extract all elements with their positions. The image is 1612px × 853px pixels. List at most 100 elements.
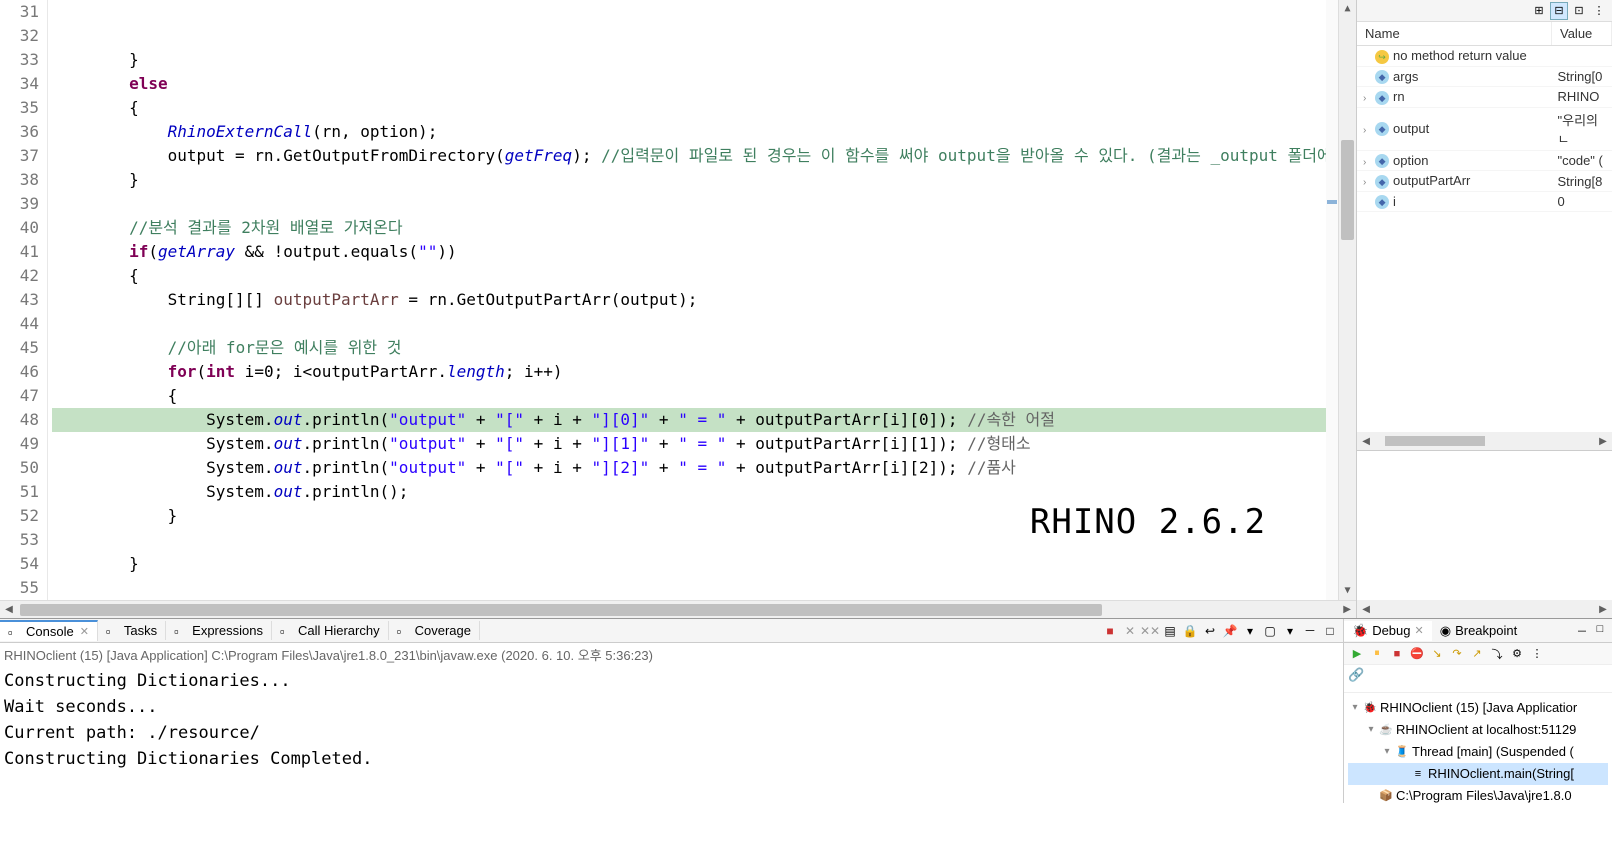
expand-icon[interactable]: ▾ [1348,697,1362,719]
variable-detail[interactable] [1357,450,1612,600]
disconnect-icon[interactable]: ⛔ [1408,645,1426,663]
step-return-icon[interactable]: ↗ [1468,645,1486,663]
clear-console-icon[interactable]: ▤ [1161,622,1179,640]
resume-icon[interactable]: ▶ [1348,645,1366,663]
close-icon[interactable]: ✕ [1415,624,1424,637]
scroll-left-icon[interactable]: ◀ [0,604,18,615]
code-line[interactable]: } [52,552,1356,576]
expand-icon[interactable]: ▾ [1380,741,1394,763]
overview-ruler[interactable] [1326,0,1338,600]
expand-icon[interactable]: › [1363,93,1375,104]
tab-debug[interactable]: 🐞Debug✕ [1344,621,1432,641]
view-menu-icon[interactable]: ⋮ [1590,2,1608,20]
minimize-icon[interactable]: － [1301,622,1319,640]
new-console-icon[interactable]: ▾ [1281,622,1299,640]
suspend-icon[interactable]: ⏸ [1368,645,1386,663]
scrollbar-thumb[interactable] [20,604,1102,616]
code-line[interactable]: if(getArray && !output.equals("")) [52,240,1356,264]
remove-launch-icon[interactable]: ✕ [1121,622,1139,640]
horizontal-scrollbar[interactable]: ◀ ▶ [0,600,1356,618]
show-logical-icon[interactable]: ⊟ [1550,2,1568,20]
remove-all-icon[interactable]: ✕✕ [1141,622,1159,640]
variables-table[interactable]: Name Value ↪no method return value◆argsS… [1357,22,1612,432]
maximize-icon[interactable]: □ [1592,623,1608,639]
variable-row[interactable]: ›◆option"code" ( [1357,150,1611,171]
code-line[interactable]: { [52,96,1356,120]
variable-row[interactable]: ›◆rnRHINO [1357,87,1611,108]
variable-row[interactable]: ◆argsString[0 [1357,66,1611,87]
code-line[interactable] [52,192,1356,216]
scrollbar-thumb[interactable] [1341,140,1354,240]
use-step-filters-icon[interactable]: ⚙ [1508,645,1526,663]
code-line[interactable]: System.out.println(); [52,480,1356,504]
code-line[interactable]: } [52,48,1356,72]
minimize-icon[interactable]: － [1574,623,1590,639]
scroll-right-icon[interactable]: ▶ [1594,436,1612,447]
code-editor[interactable]: } else { RhinoExternCall(rn, option); ou… [48,0,1356,600]
scroll-up-icon[interactable]: ▲ [1339,0,1356,18]
step-over-icon[interactable]: ↷ [1448,645,1466,663]
code-line[interactable]: //아래 for문은 예시를 위한 것 [52,336,1356,360]
console-output[interactable]: Constructing Dictionaries...Wait seconds… [0,666,1343,803]
column-header-value[interactable]: Value [1552,22,1612,46]
code-line[interactable]: System.out.println("output" + "[" + i + … [52,408,1356,432]
variable-row[interactable]: ↪no method return value [1357,46,1611,67]
debug-tree-row[interactable]: ≡RHINOclient.main(String[ [1348,763,1608,785]
code-line[interactable]: { [52,264,1356,288]
code-line[interactable]: RhinoExternCall(rn, option); [52,120,1356,144]
tab-coverage[interactable]: ▫Coverage [389,621,480,640]
variable-row[interactable]: ›◆outputPartArrString[8 [1357,171,1611,192]
code-line[interactable]: System.out.println("output" + "[" + i + … [52,432,1356,456]
code-line[interactable]: //분석 결과를 2차원 배열로 가져온다 [52,216,1356,240]
code-line[interactable]: for(int i=0; i<outputPartArr.length; i++… [52,360,1356,384]
debug-tree-row[interactable]: ▾🐞RHINOclient (15) [Java Applicatior [1348,697,1608,719]
maximize-icon[interactable]: □ [1321,622,1339,640]
close-icon[interactable]: ✕ [80,625,89,638]
step-into-icon[interactable]: ↘ [1428,645,1446,663]
expand-icon[interactable]: › [1363,157,1375,168]
pin-console-icon[interactable]: 📌 [1221,622,1239,640]
tab-expressions[interactable]: ▫Expressions [166,621,272,640]
drop-to-frame-icon[interactable]: ⤵ [1488,645,1506,663]
code-line[interactable] [52,576,1356,600]
terminate-icon[interactable]: ■ [1101,622,1119,640]
terminate-icon[interactable]: ■ [1388,645,1406,663]
variable-row[interactable]: ›◆output"우리의ㄴ [1357,107,1611,150]
debug-tree-row[interactable]: 📦C:\Program Files\Java\jre1.8.0 [1348,785,1608,803]
expand-icon[interactable]: ▾ [1364,719,1378,741]
vertical-scrollbar[interactable]: ▲ ▼ [1338,0,1356,600]
code-line[interactable] [52,312,1356,336]
word-wrap-icon[interactable]: ↩ [1201,622,1219,640]
scroll-right-icon[interactable]: ▶ [1594,604,1612,615]
scroll-down-icon[interactable]: ▼ [1339,582,1356,600]
code-line[interactable]: else [52,72,1356,96]
thread-group-icon[interactable]: 🔗 [1348,667,1366,685]
show-type-names-icon[interactable]: ⊞ [1530,2,1548,20]
view-menu-icon[interactable]: ⋮ [1528,645,1546,663]
debug-tree-row[interactable]: ▾🧵Thread [main] (Suspended ( [1348,741,1608,763]
code-line[interactable]: } [52,168,1356,192]
code-line[interactable]: { [52,384,1356,408]
tab-console[interactable]: ▫Console✕ [0,620,98,641]
scroll-left-icon[interactable]: ◀ [1357,604,1375,615]
tab-call-hierarchy[interactable]: ▫Call Hierarchy [272,621,389,640]
scroll-lock-icon[interactable]: 🔒 [1181,622,1199,640]
detail-hscroll[interactable]: ◀ ▶ [1357,600,1612,618]
open-console-icon[interactable]: ▢ [1261,622,1279,640]
code-line[interactable]: String[][] outputPartArr = rn.GetOutputP… [52,288,1356,312]
scroll-left-icon[interactable]: ◀ [1357,436,1375,447]
code-line[interactable]: output = rn.GetOutputFromDirectory(getFr… [52,144,1356,168]
display-selected-icon[interactable]: ▾ [1241,622,1259,640]
debug-tree-row[interactable]: ▾☕RHINOclient at localhost:51129 [1348,719,1608,741]
collapse-all-icon[interactable]: ⊡ [1570,2,1588,20]
expand-icon[interactable]: › [1363,125,1375,136]
tab-tasks[interactable]: ▫Tasks [98,621,166,640]
variables-hscroll[interactable]: ◀ ▶ [1357,432,1612,450]
column-header-name[interactable]: Name [1357,22,1551,46]
scroll-right-icon[interactable]: ▶ [1338,604,1356,615]
tab-breakpoint[interactable]: ◉Breakpoint [1432,621,1526,641]
variable-row[interactable]: ◆i0 [1357,191,1611,212]
expand-icon[interactable]: › [1363,177,1375,188]
code-line[interactable]: System.out.println("output" + "[" + i + … [52,456,1356,480]
scrollbar-thumb[interactable] [1385,436,1485,446]
